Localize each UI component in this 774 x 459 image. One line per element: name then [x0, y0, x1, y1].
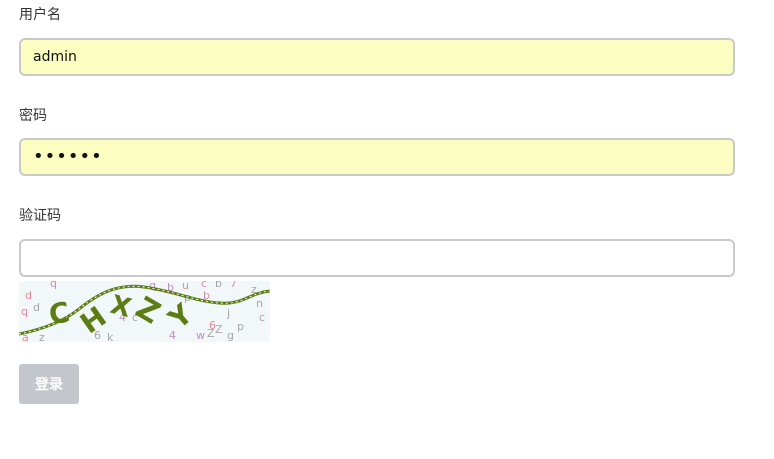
login-button[interactable]: 登录: [19, 364, 79, 404]
svg-text:p: p: [237, 320, 244, 333]
svg-text:g: g: [227, 329, 234, 342]
svg-text:w: w: [196, 329, 205, 342]
svg-text:q: q: [21, 305, 28, 318]
username-label: 用户名: [19, 7, 61, 23]
captcha-label: 验证码: [19, 208, 61, 224]
svg-text:k: k: [107, 331, 114, 342]
captcha-input[interactable]: [19, 239, 735, 277]
captcha-image[interactable]: d d q q a z 6 k 4 c q b u c b 7 b p z n: [19, 281, 270, 342]
svg-text:z: z: [39, 331, 45, 342]
svg-text:q: q: [50, 281, 57, 290]
password-input[interactable]: ••••••: [19, 138, 735, 176]
svg-text:d: d: [25, 289, 32, 302]
svg-text:4: 4: [169, 329, 176, 342]
svg-text:Z: Z: [215, 323, 223, 336]
svg-text:n: n: [256, 297, 263, 310]
svg-text:j: j: [226, 307, 230, 320]
login-form: 用户名 密码 •••••• 验证码 d d q q a z 6 k 4 c q …: [0, 0, 774, 459]
svg-text:b: b: [215, 281, 222, 290]
svg-text:d: d: [33, 301, 40, 314]
svg-text:7: 7: [230, 281, 237, 290]
password-label: 密码: [19, 108, 47, 124]
username-input[interactable]: [19, 38, 735, 76]
svg-text:6: 6: [209, 319, 216, 332]
svg-text:c: c: [259, 311, 265, 324]
